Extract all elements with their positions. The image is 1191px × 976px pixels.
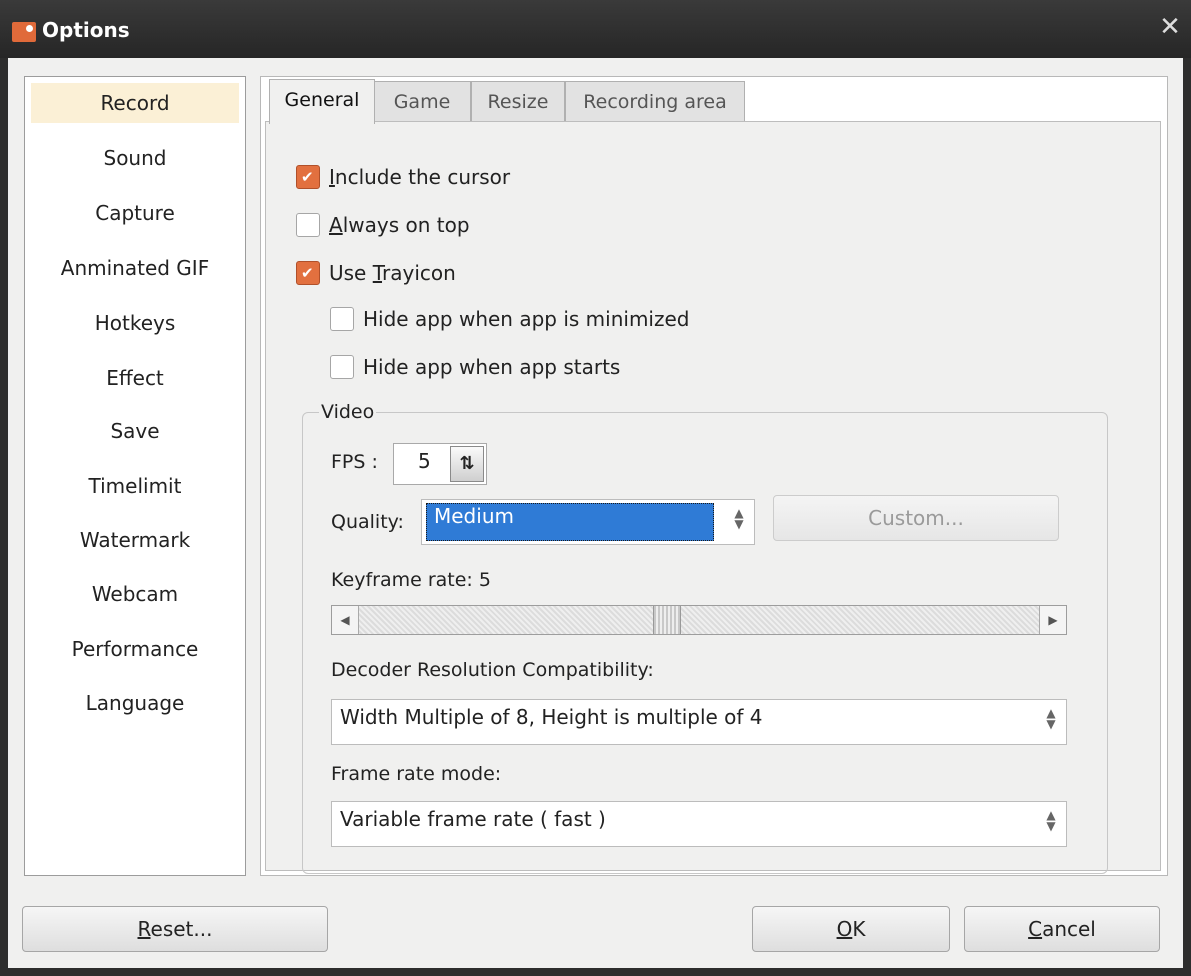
video-group: Video FPS : 5 ⇅ Quality: Medium ▲ ▼ Custo… — [302, 398, 1108, 874]
sidebar-item-hotkeys[interactable]: Hotkeys — [31, 303, 239, 343]
scroll-left-icon[interactable]: ◀ — [332, 606, 359, 634]
sidebar-item-animated-gif[interactable]: Anminated GIF — [31, 248, 239, 288]
sidebar-item-effect[interactable]: Effect — [31, 358, 239, 398]
category-list: Record Sound Capture Anminated GIF Hotke… — [24, 76, 246, 876]
sidebar-item-record[interactable]: Record — [31, 83, 239, 123]
custom-button[interactable]: Custom... — [773, 495, 1059, 541]
tab-recording-area[interactable]: Recording area — [565, 81, 745, 122]
up-down-arrows-icon: ▲ ▼ — [1046, 808, 1056, 833]
sidebar-item-save[interactable]: Save — [31, 411, 239, 451]
up-down-arrows-icon: ▲ ▼ — [1046, 706, 1056, 731]
tab-game[interactable]: Game — [373, 81, 471, 122]
sidebar-item-timelimit[interactable]: Timelimit — [31, 466, 239, 506]
tab-general[interactable]: General — [269, 79, 375, 124]
ok-button[interactable]: OK — [752, 906, 950, 952]
fps-value: 5 — [418, 449, 431, 473]
fps-label: FPS : — [331, 451, 378, 473]
frame-rate-mode-select[interactable]: Variable frame rate ( fast ) ▲ ▼ — [331, 801, 1067, 847]
sidebar-item-sound[interactable]: Sound — [31, 138, 239, 178]
sidebar-item-performance[interactable]: Performance — [31, 629, 239, 669]
app-icon — [12, 22, 36, 42]
tab-resize[interactable]: Resize — [471, 81, 565, 122]
video-group-title: Video — [319, 398, 377, 426]
reset-button[interactable]: Reset... — [22, 906, 328, 952]
options-window: Options ✕ Record Sound Capture Anminated… — [0, 0, 1191, 976]
decoder-compat-select[interactable]: Width Multiple of 8, Height is multiple … — [331, 699, 1067, 745]
checkbox-checked-icon — [296, 258, 320, 288]
frame-rate-mode-label: Frame rate mode: — [331, 763, 502, 785]
decoder-compat-value: Width Multiple of 8, Height is multiple … — [340, 705, 763, 729]
window-title: Options — [42, 18, 130, 42]
tab-container: General Game Resize Recording area Inclu… — [260, 76, 1168, 876]
sidebar-item-watermark[interactable]: Watermark — [31, 520, 239, 560]
quality-label: Quality: — [331, 511, 404, 533]
keyframe-rate-slider[interactable]: ◀ ▶ — [331, 605, 1067, 635]
title-bar[interactable]: Options ✕ — [0, 0, 1191, 58]
scroll-right-icon[interactable]: ▶ — [1039, 606, 1066, 634]
up-down-arrows-icon: ▲ ▼ — [734, 506, 744, 531]
keyframe-rate-label: Keyframe rate: 5 — [331, 569, 491, 591]
quality-select[interactable]: Medium ▲ ▼ — [421, 499, 755, 545]
cancel-button[interactable]: Cancel — [964, 906, 1160, 952]
general-tab-page: Include the cursor Always on top Use Tra… — [265, 121, 1161, 874]
checkbox-unchecked-icon — [330, 307, 354, 331]
sidebar-item-capture[interactable]: Capture — [31, 193, 239, 233]
checkbox-unchecked-icon — [296, 213, 320, 237]
checkbox-checked-icon — [296, 162, 320, 192]
close-icon[interactable]: ✕ — [1157, 14, 1183, 40]
slider-thumb[interactable] — [653, 606, 681, 634]
up-down-arrows-icon[interactable]: ⇅ — [450, 446, 484, 482]
sidebar-item-language[interactable]: Language — [31, 683, 239, 723]
checkbox-unchecked-icon — [330, 355, 354, 379]
quality-value: Medium — [434, 504, 514, 528]
fps-spinbox[interactable]: 5 ⇅ — [393, 443, 487, 485]
dialog-body: Record Sound Capture Anminated GIF Hotke… — [8, 58, 1183, 968]
sidebar-item-webcam[interactable]: Webcam — [31, 574, 239, 614]
decoder-compat-label: Decoder Resolution Compatibility: — [331, 659, 654, 681]
frame-rate-mode-value: Variable frame rate ( fast ) — [340, 807, 606, 831]
